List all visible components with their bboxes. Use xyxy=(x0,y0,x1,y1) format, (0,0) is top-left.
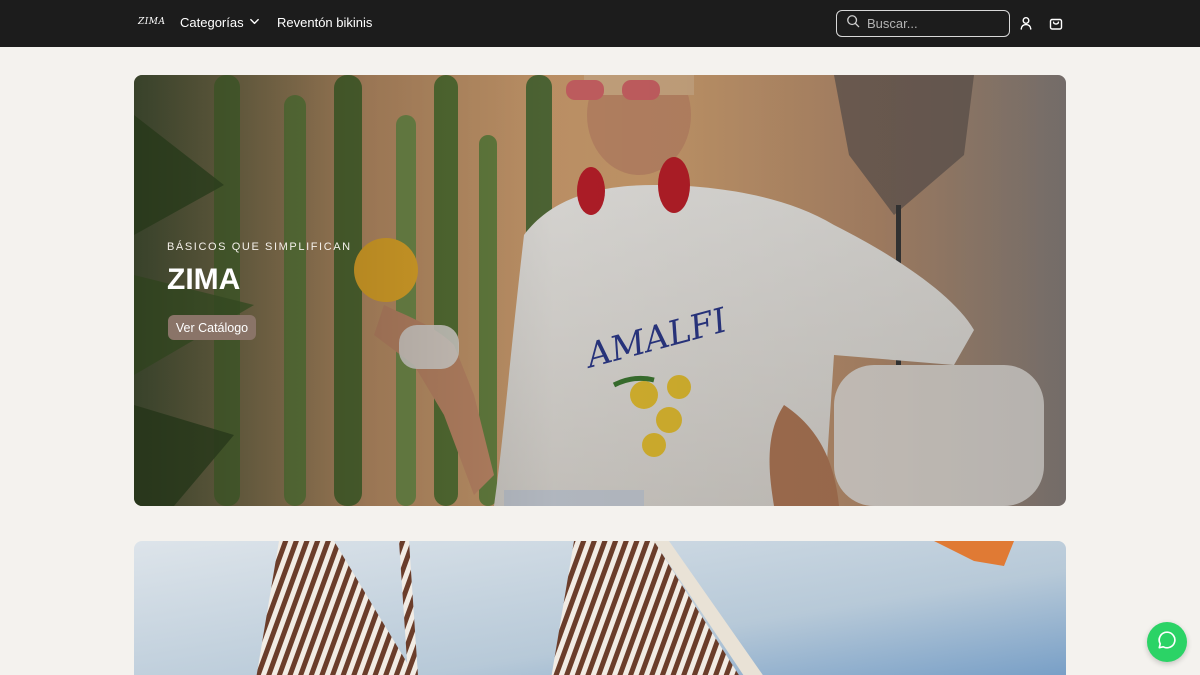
site-header: ZIMA Categorías Reventón bikinis xyxy=(0,0,1200,47)
search-input[interactable] xyxy=(867,16,997,31)
hero-banner: AMALFI BÁSICOS QUE SIMPLIFICAN ZIMA Ver … xyxy=(134,75,1066,506)
search-box[interactable] xyxy=(836,10,1010,37)
nav-categories-dropdown[interactable]: Categorías xyxy=(180,15,260,30)
search-icon xyxy=(846,14,860,33)
bikini-banner[interactable] xyxy=(134,541,1066,675)
whatsapp-button[interactable] xyxy=(1147,622,1187,662)
nav-link-bikinis[interactable]: Reventón bikinis xyxy=(277,15,372,30)
nav-categories-label: Categorías xyxy=(180,15,244,30)
whatsapp-icon xyxy=(1156,629,1178,656)
user-icon[interactable] xyxy=(1018,15,1034,31)
logo[interactable]: ZIMA xyxy=(138,17,166,27)
shopping-bag-icon[interactable] xyxy=(1048,15,1064,31)
hero-eyebrow: BÁSICOS QUE SIMPLIFICAN xyxy=(167,241,352,253)
hero-title: ZIMA xyxy=(167,263,241,296)
hero-overlay xyxy=(134,75,1066,506)
catalog-button[interactable]: Ver Catálogo xyxy=(168,315,256,340)
bikini-banner-image xyxy=(134,541,1066,675)
chevron-down-icon xyxy=(249,15,260,30)
